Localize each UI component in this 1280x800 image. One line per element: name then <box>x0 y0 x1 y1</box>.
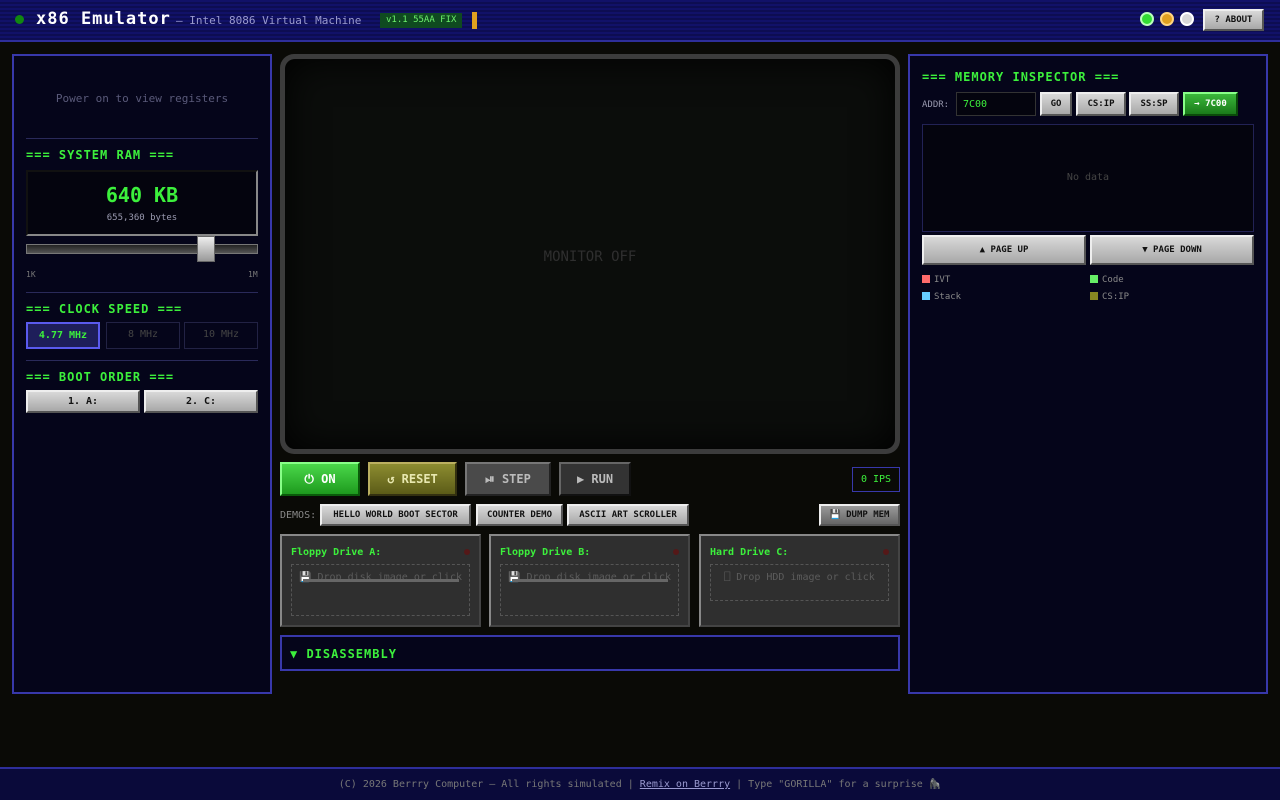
floppy-drive-b[interactable]: Floppy Drive B: 💾 Drop disk image or cli… <box>489 534 690 627</box>
divider <box>26 138 258 139</box>
dump-mem-button[interactable]: 💾 DUMP MEM <box>819 504 900 526</box>
power-indicator-icon <box>15 15 24 24</box>
divider <box>26 360 258 361</box>
version-badge: v1.1 55AA FIX <box>380 13 463 28</box>
title-bar: x86 Emulator — Intel 8086 Virtual Machin… <box>0 0 1280 42</box>
drive-drop-zone[interactable]: ⎕ Drop HDD image or click <box>710 564 889 601</box>
clock-option-8mhz[interactable]: 8 MHz <box>106 322 180 349</box>
divider <box>26 292 258 293</box>
drive-title: Floppy Drive B: <box>500 547 591 558</box>
legend-ivt: IVT <box>922 275 950 285</box>
memory-inspector-panel: === MEMORY INSPECTOR === ADDR: GO CS:IP … <box>908 54 1268 694</box>
drive-drop-zone[interactable]: 💾 Drop disk image or click <box>291 564 470 616</box>
drive-led-icon <box>464 549 470 555</box>
stack-swatch-icon <box>922 292 930 300</box>
disk-slot-icon <box>303 579 459 582</box>
activity-bar-icon <box>472 12 477 29</box>
drive-led-icon <box>883 549 889 555</box>
ips-counter: 0 IPS <box>852 467 900 492</box>
ram-max-label: 1M <box>248 270 258 279</box>
demo-hello-world-button[interactable]: HELLO WORLD BOOT SECTOR <box>320 504 471 526</box>
monitor-screen[interactable]: MONITOR OFF <box>285 59 895 449</box>
page-down-button[interactable]: ▼ PAGE DOWN <box>1090 235 1254 265</box>
ram-value: 640 KB <box>105 183 179 207</box>
addr-input[interactable] <box>956 92 1036 116</box>
legend-stack: Stack <box>922 292 961 302</box>
code-swatch-icon <box>1090 275 1098 283</box>
demo-ascii-scroller-button[interactable]: ASCII ART SCROLLER <box>567 504 689 526</box>
app-title: x86 Emulator <box>36 9 171 29</box>
memory-inspector-title: === MEMORY INSPECTOR === <box>922 70 1120 84</box>
boot-item-a[interactable]: 1. A: <box>26 390 140 413</box>
boot-item-c[interactable]: 2. C: <box>144 390 258 413</box>
ss-sp-button[interactable]: SS:SP <box>1129 92 1179 116</box>
left-panel: Power on to view registers === SYSTEM RA… <box>12 54 272 694</box>
footer-copyright: (C) 2026 Berrry Computer — All rights si… <box>338 779 634 790</box>
step-button[interactable]: ⏯ STEP <box>465 462 551 496</box>
monitor-status: MONITOR OFF <box>543 249 637 265</box>
monitor-bezel: MONITOR OFF <box>280 54 900 454</box>
disk-slot-icon <box>512 579 668 582</box>
app-subtitle: — Intel 8086 Virtual Machine <box>176 14 362 27</box>
page-up-button[interactable]: ▲ PAGE UP <box>922 235 1086 265</box>
clock-speed-title: === CLOCK SPEED === <box>26 302 183 316</box>
system-ram-title: === SYSTEM RAM === <box>26 148 175 162</box>
about-button[interactable]: ? ABOUT <box>1203 9 1264 31</box>
run-button[interactable]: ▶ RUN <box>559 462 631 496</box>
reset-button[interactable]: ↺ RESET <box>368 462 457 496</box>
clock-option-10mhz[interactable]: 10 MHz <box>184 322 258 349</box>
drive-title: Hard Drive C: <box>710 547 789 558</box>
addr-label: ADDR: <box>922 100 950 110</box>
remix-link[interactable]: Remix on Berrry <box>640 779 730 790</box>
registers-placeholder: Power on to view registers <box>55 92 229 105</box>
ram-bytes: 655,360 bytes <box>106 213 178 223</box>
ram-slider-track[interactable] <box>26 244 258 254</box>
demos-label: DEMOS: <box>280 510 317 521</box>
power-on-button[interactable]: ⏻ ON <box>280 462 360 496</box>
jump-7c00-button[interactable]: → 7C00 <box>1183 92 1238 116</box>
drive-led-icon <box>673 549 679 555</box>
demo-counter-button[interactable]: COUNTER DEMO <box>476 504 563 526</box>
ram-min-label: 1K <box>26 270 36 279</box>
clock-option-4-77mhz[interactable]: 4.77 MHz <box>26 322 100 349</box>
footer: (C) 2026 Berrry Computer — All rights si… <box>0 767 1280 800</box>
no-data-text: No data <box>1066 172 1110 183</box>
hard-drive-c[interactable]: Hard Drive C: ⎕ Drop HDD image or click <box>699 534 900 627</box>
disassembly-toggle[interactable]: ▼ DISASSEMBLY <box>280 635 900 671</box>
footer-tail: | Type "GORILLA" for a surprise 🦍 <box>736 779 942 790</box>
cs-ip-swatch-icon <box>1090 292 1098 300</box>
floppy-drive-a[interactable]: Floppy Drive A: 💾 Drop disk image or cli… <box>280 534 481 627</box>
ivt-swatch-icon <box>922 275 930 283</box>
ram-display: 640 KB 655,360 bytes <box>26 170 258 236</box>
boot-order-title: === BOOT ORDER === <box>26 370 175 384</box>
disassembly-label: ▼ DISASSEMBLY <box>290 647 397 661</box>
cs-ip-button[interactable]: CS:IP <box>1076 92 1126 116</box>
drive-drop-zone[interactable]: 💾 Drop disk image or click <box>500 564 679 616</box>
orange-light-icon[interactable] <box>1160 12 1174 26</box>
drive-title: Floppy Drive A: <box>291 547 382 558</box>
go-button[interactable]: GO <box>1040 92 1072 116</box>
legend-code: Code <box>1090 275 1124 285</box>
ram-slider-thumb[interactable] <box>197 236 216 262</box>
memory-view[interactable]: No data <box>922 124 1254 232</box>
legend-cs-ip: CS:IP <box>1090 292 1129 302</box>
green-light-icon[interactable] <box>1140 12 1154 26</box>
white-light-icon[interactable] <box>1180 12 1194 26</box>
